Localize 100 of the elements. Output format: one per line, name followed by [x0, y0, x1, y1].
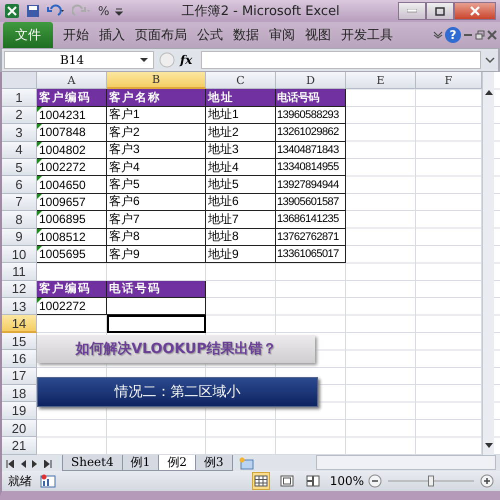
table-cell: 13361065017 [276, 246, 346, 264]
new-sheet-icon[interactable] [238, 457, 256, 471]
subtitle-banner: 情况二：第二区域小 [37, 377, 318, 407]
row-header[interactable]: 14 [2, 315, 37, 333]
help-button[interactable]: ? [445, 27, 461, 43]
sheet-tab[interactable]: 例3 [194, 455, 233, 471]
divider-handle-icon[interactable] [157, 51, 177, 69]
zoom-out-icon[interactable] [368, 474, 382, 488]
table-cell: 客户7 [107, 211, 206, 229]
row-header[interactable]: 19 [2, 402, 37, 420]
table-cell: 1008512 [37, 228, 107, 246]
macro-record-icon[interactable] [40, 474, 56, 488]
table-cell: 地址9 [206, 246, 276, 264]
row-header[interactable]: 15 [2, 332, 37, 350]
insert-function-button[interactable]: fx [180, 53, 192, 67]
table-cell: 客户8 [107, 228, 206, 246]
table-cell: 客户1 [107, 106, 206, 124]
table-cell: 客户9 [107, 246, 206, 264]
window-title: 工作簿2 - Microsoft Excel [180, 3, 341, 20]
table-cell: 1007848 [37, 124, 107, 142]
save-icon[interactable] [26, 4, 40, 18]
row-header[interactable]: 16 [2, 350, 37, 368]
file-tab[interactable]: 文件 [3, 22, 53, 48]
row-header[interactable]: 13 [2, 298, 37, 316]
zoom-level[interactable]: 100% [330, 474, 364, 488]
table-cell: 地址8 [206, 228, 276, 246]
column-header[interactable]: E [346, 72, 416, 90]
horizontal-scrollbar[interactable] [316, 455, 496, 470]
column-header[interactable]: F [416, 72, 482, 90]
row-header[interactable]: 21 [2, 437, 37, 455]
table-cell: 客户4 [107, 158, 206, 176]
excel-icon[interactable] [4, 3, 20, 19]
column-header[interactable]: B [107, 72, 206, 90]
header-cell: 客户编码 [37, 280, 107, 298]
table-cell: 地址1 [206, 106, 276, 124]
ribbon-tab[interactable]: 开发工具 [337, 23, 397, 47]
ribbon-tab[interactable]: 页面布局 [131, 23, 191, 47]
table-cell: 1004231 [37, 106, 107, 124]
sheet-tab[interactable]: 例2 [158, 455, 196, 471]
table-cell: 客户3 [107, 142, 206, 159]
sheet-tab[interactable]: Sheet4 [62, 455, 123, 471]
vertical-scrollbar[interactable] [482, 72, 494, 455]
row-header[interactable]: 9 [2, 228, 37, 246]
restore-icon[interactable] [475, 30, 485, 40]
table-cell: 13762762871 [276, 228, 346, 246]
ribbon-tab[interactable]: 开始 [59, 23, 93, 47]
sheet-tab[interactable]: 例1 [122, 455, 160, 471]
collapse-icon[interactable] [433, 31, 443, 39]
row-header[interactable]: 7 [2, 194, 37, 212]
row-header[interactable]: 10 [2, 246, 37, 264]
header-cell: 电话号码 [107, 280, 206, 298]
column-header[interactable]: D [276, 72, 346, 90]
last-sheet-icon[interactable] [44, 460, 52, 468]
ribbon-tab[interactable]: 插入 [95, 23, 129, 47]
row-header[interactable]: 11 [2, 263, 37, 281]
row-header[interactable]: 1 [2, 89, 37, 107]
ribbon-tab[interactable]: 公式 [193, 23, 227, 47]
row-header[interactable]: 12 [2, 280, 37, 298]
scroll-down-icon[interactable] [484, 442, 494, 450]
minimize-icon[interactable] [398, 2, 426, 20]
row-header[interactable]: 17 [2, 368, 37, 386]
table-cell: 客户2 [107, 124, 206, 142]
ribbon-tab[interactable]: 审阅 [265, 23, 299, 47]
zoom-in-icon[interactable] [480, 474, 494, 488]
table-cell: 13404871843 [276, 142, 346, 159]
row-header[interactable]: 3 [2, 124, 37, 142]
formula-input[interactable] [201, 51, 481, 69]
ribbon-tab[interactable]: 视图 [301, 23, 335, 47]
ribbon-tab[interactable]: 数据 [229, 23, 263, 47]
zoom-slider-thumb[interactable] [428, 476, 434, 486]
table-cell: 1004650 [37, 176, 107, 194]
column-header[interactable]: C [206, 72, 276, 90]
next-sheet-icon[interactable] [32, 460, 38, 468]
previous-sheet-icon[interactable] [20, 460, 26, 468]
row-header[interactable]: 4 [2, 142, 37, 159]
scroll-up-icon[interactable] [484, 88, 494, 96]
zoom-slider[interactable] [386, 474, 476, 488]
row-header[interactable]: 20 [2, 420, 37, 438]
table-cell: 1005695 [37, 246, 107, 264]
close-icon[interactable] [454, 2, 496, 20]
percent-button[interactable]: % [98, 4, 110, 18]
name-box[interactable]: B14 [4, 51, 154, 69]
row-header[interactable]: 5 [2, 158, 37, 176]
column-header[interactable]: A [37, 72, 107, 90]
row-header[interactable]: 8 [2, 211, 37, 229]
row-header[interactable]: 2 [2, 106, 37, 124]
row-header[interactable]: 18 [2, 385, 37, 402]
undo-icon[interactable] [46, 4, 66, 18]
first-sheet-icon[interactable] [6, 460, 14, 468]
close-icon[interactable] [487, 30, 497, 40]
table-cell: 1006895 [37, 211, 107, 229]
table-cell: 13960588293 [276, 106, 346, 124]
row-header[interactable]: 6 [2, 176, 37, 194]
table-cell: 地址5 [206, 176, 276, 194]
active-cell[interactable] [107, 315, 206, 333]
table-cell: 地址7 [206, 211, 276, 229]
normal-view-button[interactable] [252, 472, 270, 490]
table-cell: 13686141235 [276, 211, 346, 229]
maximize-icon[interactable] [426, 2, 454, 20]
header-cell: 客户编码 [37, 89, 107, 107]
